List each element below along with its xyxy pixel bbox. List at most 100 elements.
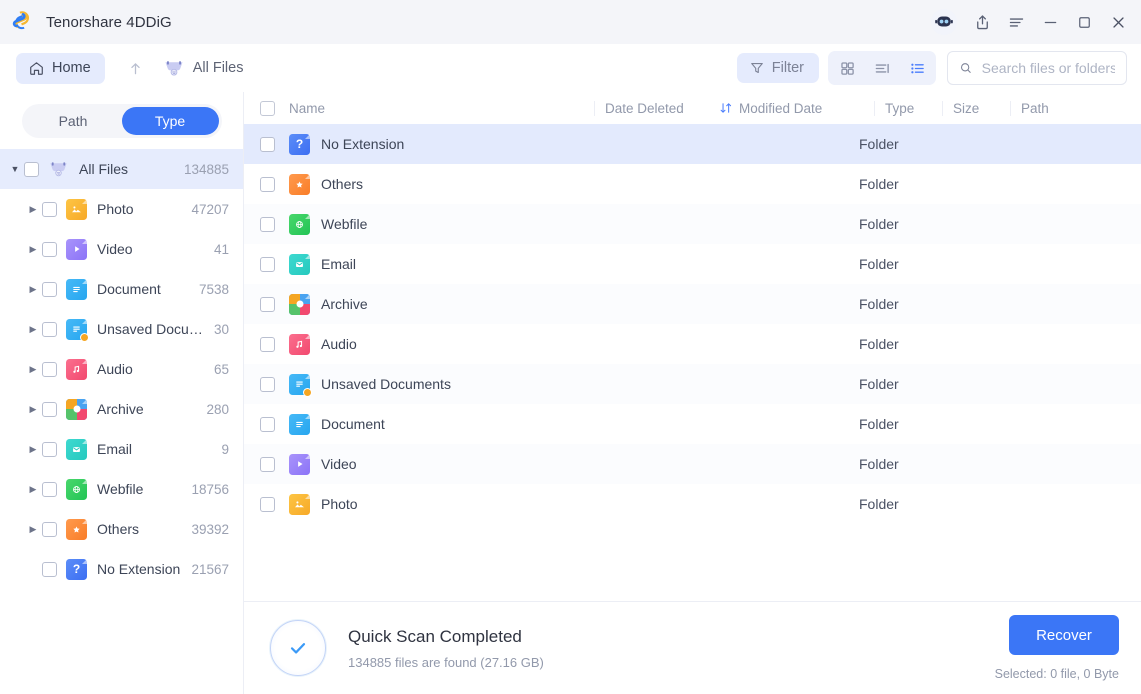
chevron-right-icon[interactable]: ▶ bbox=[24, 324, 42, 335]
app-window: Tenorshare 4DDiG Home All Files Filter S… bbox=[0, 0, 1141, 694]
chevron-right-icon[interactable]: ▶ bbox=[24, 284, 42, 295]
checkbox-video[interactable] bbox=[42, 241, 57, 257]
audio-icon bbox=[66, 358, 87, 380]
maximize-icon bbox=[1078, 16, 1090, 28]
sidebar-item-archive[interactable]: ▶ Archive 280 bbox=[0, 389, 243, 429]
chevron-right-icon[interactable]: ▶ bbox=[24, 444, 42, 455]
close-button[interactable] bbox=[1101, 5, 1135, 39]
sidebar-item-others[interactable]: ▶ Others 39392 bbox=[0, 509, 243, 549]
row-type: Folder bbox=[859, 296, 899, 312]
table-row[interactable]: Video Folder bbox=[244, 444, 1141, 484]
row-checkbox[interactable] bbox=[260, 456, 275, 472]
checkbox-no-extension[interactable] bbox=[42, 561, 57, 577]
ai-assistant-button[interactable] bbox=[929, 7, 959, 37]
sidebar-item-video[interactable]: ▶ Video 41 bbox=[0, 229, 243, 269]
arrow-up-icon bbox=[131, 62, 140, 74]
chevron-down-icon[interactable]: ▼ bbox=[6, 164, 24, 174]
checkbox-webfile[interactable] bbox=[42, 481, 57, 497]
footer-actions: Recover Selected: 0 file, 0 Byte bbox=[995, 615, 1119, 681]
checkbox-others[interactable] bbox=[42, 521, 57, 537]
home-button[interactable]: Home bbox=[16, 52, 105, 84]
chevron-right-icon[interactable]: ▶ bbox=[24, 364, 42, 375]
minimize-button[interactable] bbox=[1033, 5, 1067, 39]
table-row[interactable]: Unsaved Documents Folder bbox=[244, 364, 1141, 404]
chevron-right-icon[interactable]: ▶ bbox=[24, 484, 42, 495]
search-input[interactable] bbox=[981, 60, 1115, 76]
table-row[interactable]: Photo Folder bbox=[244, 484, 1141, 524]
checkbox-all-files[interactable] bbox=[24, 161, 39, 177]
share-icon bbox=[976, 14, 988, 29]
checkbox-audio[interactable] bbox=[42, 361, 57, 377]
row-type: Folder bbox=[859, 256, 899, 272]
row-type: Folder bbox=[859, 456, 899, 472]
filter-button[interactable]: Filter bbox=[736, 53, 819, 83]
list-view-button[interactable] bbox=[902, 54, 932, 82]
column-header-path[interactable]: Path bbox=[1010, 100, 1100, 116]
video-icon bbox=[66, 238, 87, 260]
checkbox-archive[interactable] bbox=[42, 401, 57, 417]
table-row[interactable]: Audio Folder bbox=[244, 324, 1141, 364]
checkbox-select-all[interactable] bbox=[260, 100, 275, 116]
search-box[interactable] bbox=[947, 51, 1127, 85]
sidebar-tab-type[interactable]: Type bbox=[121, 107, 219, 135]
breadcrumb[interactable]: All Files bbox=[163, 59, 243, 77]
column-header-name[interactable]: Name bbox=[289, 101, 594, 116]
document-icon bbox=[289, 413, 310, 435]
checkbox-unsaved-documents[interactable] bbox=[42, 321, 57, 337]
sidebar-item-email[interactable]: ▶ Email 9 bbox=[0, 429, 243, 469]
home-button-label: Home bbox=[52, 60, 91, 76]
sidebar-item-label: All Files bbox=[79, 161, 129, 177]
chevron-right-icon[interactable]: ▶ bbox=[24, 524, 42, 535]
checkbox-email[interactable] bbox=[42, 441, 57, 457]
sidebar-item-audio[interactable]: ▶ Audio 65 bbox=[0, 349, 243, 389]
sidebar-item-label: Email bbox=[97, 441, 133, 457]
row-checkbox[interactable] bbox=[260, 296, 275, 312]
sidebar-item-count: 18756 bbox=[191, 481, 229, 497]
webfile-icon bbox=[66, 478, 87, 500]
table-row[interactable]: Archive Folder bbox=[244, 284, 1141, 324]
table-row[interactable]: Document Folder bbox=[244, 404, 1141, 444]
sidebar-item-label: Others bbox=[97, 521, 140, 537]
sidebar-item-photo[interactable]: ▶ Photo 47207 bbox=[0, 189, 243, 229]
row-checkbox[interactable] bbox=[260, 496, 275, 512]
sidebar-tab-path[interactable]: Path bbox=[25, 107, 122, 135]
column-header-size[interactable]: Size bbox=[942, 100, 1010, 116]
maximize-button[interactable] bbox=[1067, 5, 1101, 39]
row-checkbox[interactable] bbox=[260, 136, 275, 152]
document-icon bbox=[66, 278, 87, 300]
column-header-modified-date[interactable]: Modified Date bbox=[719, 101, 874, 116]
sidebar-item-label: Webfile bbox=[97, 481, 144, 497]
row-checkbox[interactable] bbox=[260, 216, 275, 232]
sidebar-item-all-files[interactable]: ▼ All Files 134885 bbox=[0, 149, 243, 189]
chevron-right-icon[interactable]: ▶ bbox=[24, 244, 42, 255]
table-row[interactable]: Email Folder bbox=[244, 244, 1141, 284]
navigate-up-button[interactable] bbox=[119, 51, 153, 85]
detail-view-button[interactable] bbox=[867, 54, 897, 82]
table-row[interactable]: ? No Extension Folder bbox=[244, 124, 1141, 164]
row-checkbox[interactable] bbox=[260, 416, 275, 432]
webfile-icon bbox=[289, 213, 310, 235]
chevron-right-icon[interactable]: ▶ bbox=[24, 204, 42, 215]
grid-view-button[interactable] bbox=[832, 54, 862, 82]
row-checkbox[interactable] bbox=[260, 336, 275, 352]
menu-button[interactable] bbox=[999, 5, 1033, 39]
sidebar-tree: ▼ All Files 134885 ▶ Photo 47207 ▶ Video… bbox=[0, 149, 243, 694]
share-button[interactable] bbox=[965, 5, 999, 39]
sidebar-item-document[interactable]: ▶ Document 7538 bbox=[0, 269, 243, 309]
column-header-type[interactable]: Type bbox=[874, 100, 942, 116]
sidebar-item-count: 280 bbox=[206, 401, 229, 417]
sidebar-item-no-extension[interactable]: ? No Extension 21567 bbox=[0, 549, 243, 589]
recover-button[interactable]: Recover bbox=[1009, 615, 1119, 655]
checkbox-photo[interactable] bbox=[42, 201, 57, 217]
row-checkbox[interactable] bbox=[260, 256, 275, 272]
chevron-right-icon[interactable]: ▶ bbox=[24, 404, 42, 415]
sidebar-item-count: 47207 bbox=[191, 201, 229, 217]
sidebar-item-unsaved-documents[interactable]: ▶ Unsaved Docum... 30 bbox=[0, 309, 243, 349]
column-header-date-deleted[interactable]: Date Deleted bbox=[594, 100, 719, 116]
checkbox-document[interactable] bbox=[42, 281, 57, 297]
row-checkbox[interactable] bbox=[260, 176, 275, 192]
row-checkbox[interactable] bbox=[260, 376, 275, 392]
table-row[interactable]: Others Folder bbox=[244, 164, 1141, 204]
table-row[interactable]: Webfile Folder bbox=[244, 204, 1141, 244]
sidebar-item-webfile[interactable]: ▶ Webfile 18756 bbox=[0, 469, 243, 509]
